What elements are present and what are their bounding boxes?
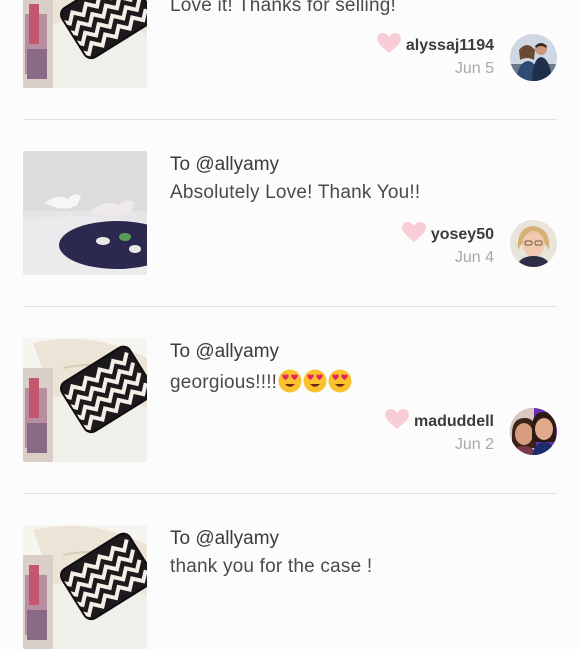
listing-thumbnail[interactable] — [23, 338, 147, 462]
comment-message: thank you for the case ! — [170, 556, 373, 577]
divider — [23, 306, 557, 307]
username-link[interactable]: alyssaj1194 — [406, 37, 494, 54]
comment-message: Love it! Thanks for selling! — [170, 0, 396, 16]
listing-thumbnail[interactable] — [23, 0, 147, 88]
comment-meta: maduddell Jun 2 — [384, 409, 494, 455]
comment-message-text: georgious!!!! — [170, 372, 278, 393]
comments-feed: Love it! Thanks for selling! alyssaj1194… — [0, 0, 580, 580]
comment-recipient[interactable]: To @allyamy — [170, 154, 279, 176]
comment-date: Jun 2 — [454, 436, 494, 453]
listing-thumbnail[interactable] — [23, 525, 147, 649]
user-avatar[interactable] — [510, 220, 557, 267]
heart-icon[interactable] — [401, 222, 426, 243]
listing-thumbnail[interactable] — [23, 151, 147, 275]
comment-message: georgious!!!! — [170, 369, 352, 394]
user-avatar[interactable] — [510, 408, 557, 455]
comment-message: Absolutely Love! Thank You!! — [170, 182, 421, 203]
comment-meta: yosey50 Jun 4 — [401, 222, 494, 268]
comment-date: Jun 5 — [454, 60, 494, 77]
comment-meta: alyssaj1194 Jun 5 — [376, 33, 494, 79]
heart-icon[interactable] — [376, 33, 401, 54]
username-link[interactable]: maduddell — [414, 413, 494, 430]
user-avatar[interactable] — [510, 34, 557, 81]
divider — [23, 493, 557, 494]
heart-icon[interactable] — [384, 409, 409, 430]
comment-recipient[interactable]: To @allyamy — [170, 341, 279, 363]
heart-eyes-emoji-icon — [328, 369, 352, 393]
comment-date: Jun 4 — [454, 249, 494, 266]
divider — [23, 119, 557, 120]
heart-eyes-emoji-icon — [278, 369, 302, 393]
heart-eyes-emoji-icon — [303, 369, 327, 393]
username-link[interactable]: yosey50 — [431, 226, 494, 243]
comment-recipient[interactable]: To @allyamy — [170, 528, 279, 550]
